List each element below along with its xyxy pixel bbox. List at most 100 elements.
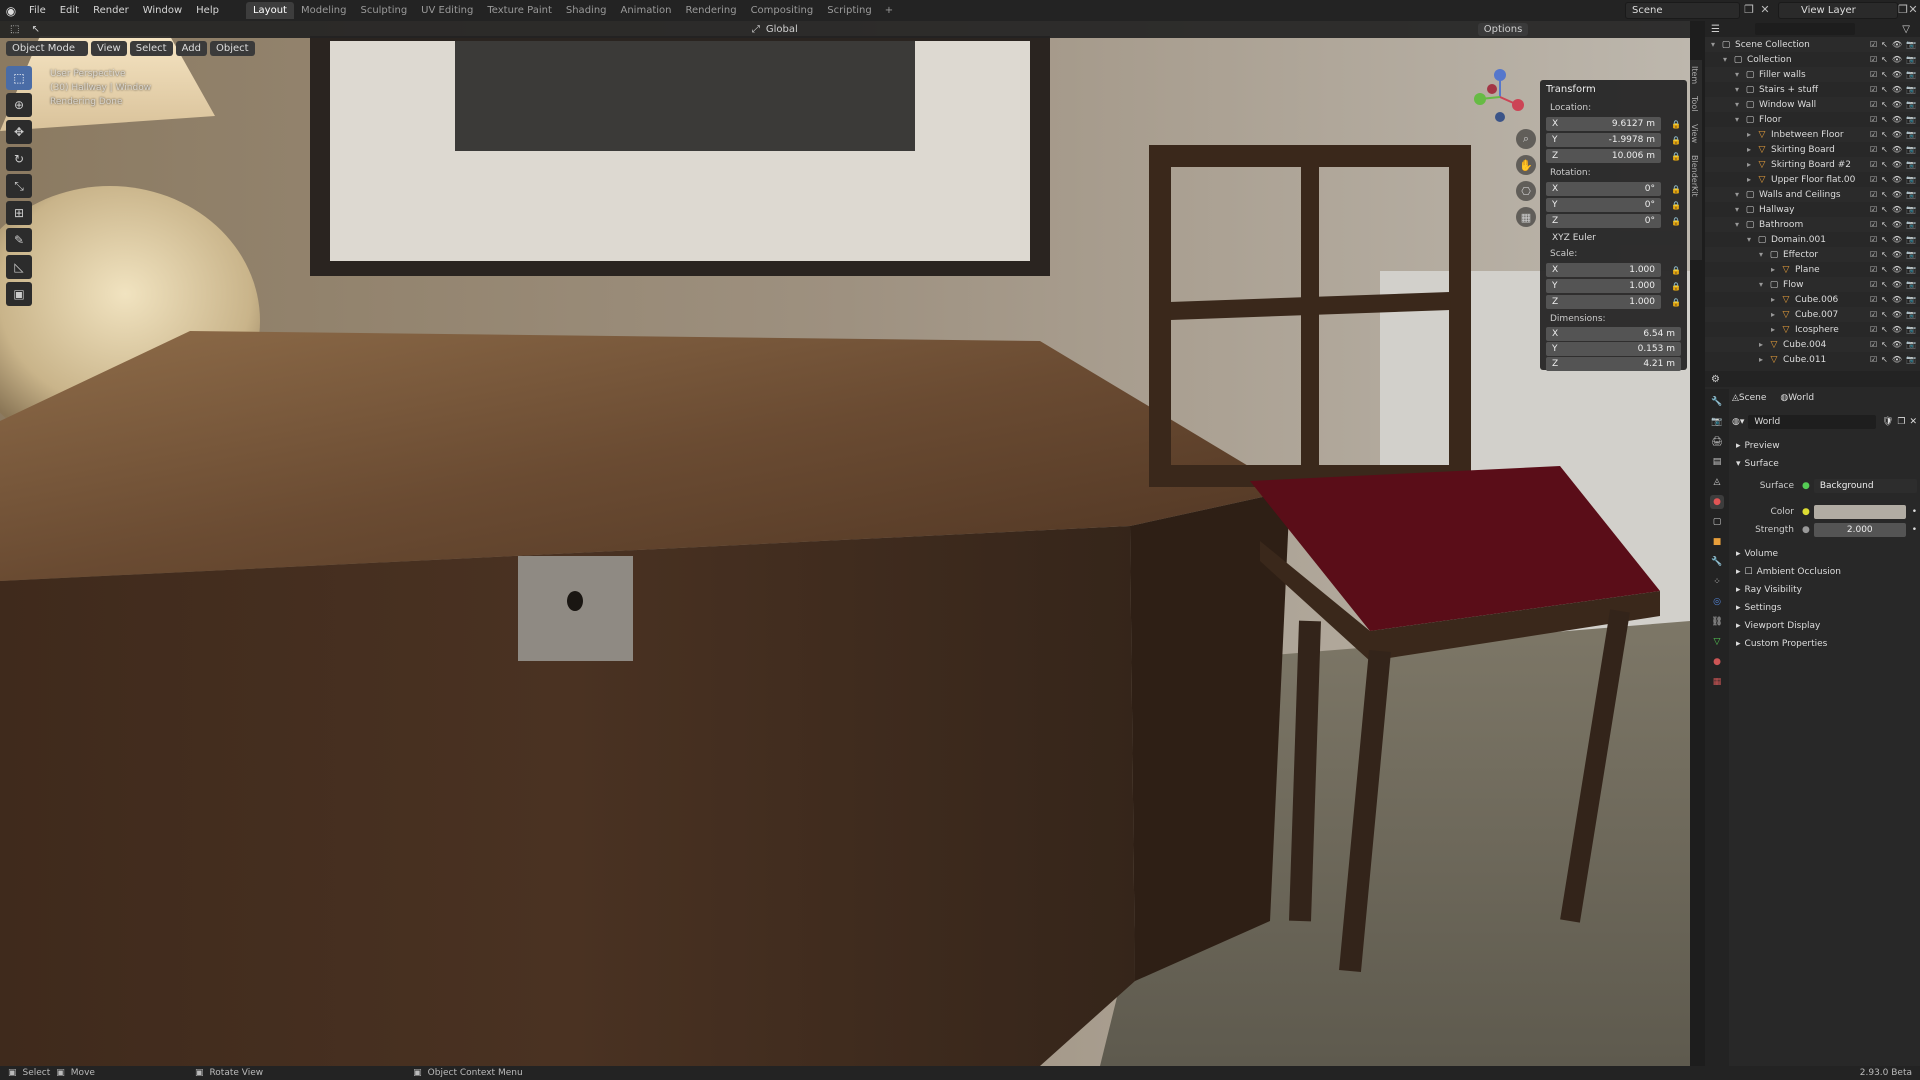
- blender-logo-icon[interactable]: ◉: [0, 0, 22, 21]
- eye-icon[interactable]: 👁: [1892, 130, 1902, 139]
- camera-icon[interactable]: 📷: [1906, 70, 1916, 79]
- outliner-row[interactable]: ▸ ▽ Skirting Board ☑ ↖ 👁 📷: [1705, 142, 1920, 157]
- outliner-row[interactable]: ▾ ▢ Hallway ☑ ↖ 👁 📷: [1705, 202, 1920, 217]
- expand-arrow-icon[interactable]: ▸: [1759, 340, 1769, 349]
- texture-tab-icon[interactable]: ▦: [1710, 675, 1724, 689]
- expand-arrow-icon[interactable]: ▾: [1723, 55, 1733, 64]
- location-z-field[interactable]: Z 10.006 m: [1546, 149, 1661, 163]
- rotation-y-field[interactable]: Y 0°: [1546, 198, 1661, 212]
- expand-arrow-icon[interactable]: ▾: [1735, 100, 1745, 109]
- expand-arrow-icon[interactable]: ▸: [1747, 175, 1757, 184]
- checkbox-icon[interactable]: ☑: [1870, 250, 1877, 259]
- menu-file[interactable]: File: [22, 5, 53, 16]
- expand-arrow-icon[interactable]: ▸: [1771, 265, 1781, 274]
- select-arrow-icon[interactable]: ↖: [1881, 145, 1888, 154]
- section-surface[interactable]: ▾ Surface: [1732, 455, 1917, 473]
- expand-arrow-icon[interactable]: ▾: [1759, 280, 1769, 289]
- select-arrow-icon[interactable]: ↖: [1881, 250, 1888, 259]
- outliner-row[interactable]: ▸ ▽ Icosphere ☑ ↖ 👁 📷: [1705, 322, 1920, 337]
- eye-icon[interactable]: 👁: [1892, 70, 1902, 79]
- tab-animation[interactable]: Animation: [614, 2, 679, 19]
- tab-scripting[interactable]: Scripting: [820, 2, 878, 19]
- properties-editor-icon[interactable]: ⚙: [1711, 374, 1720, 385]
- select-arrow-icon[interactable]: ↖: [1881, 310, 1888, 319]
- camera-icon[interactable]: 📷: [1906, 265, 1916, 274]
- particles-tab-icon[interactable]: ⁘: [1710, 575, 1724, 589]
- tab-uv-editing[interactable]: UV Editing: [414, 2, 480, 19]
- tab-sculpting[interactable]: Sculpting: [353, 2, 414, 19]
- tool-settings-icon[interactable]: ↖: [31, 24, 39, 35]
- checkbox-icon[interactable]: ☑: [1870, 205, 1877, 214]
- expand-arrow-icon[interactable]: ▸: [1747, 160, 1757, 169]
- camera-icon[interactable]: 📷: [1906, 340, 1916, 349]
- camera-icon[interactable]: 📷: [1906, 160, 1916, 169]
- checkbox-icon[interactable]: ☑: [1870, 355, 1877, 364]
- tab-modeling[interactable]: Modeling: [294, 2, 354, 19]
- select-arrow-icon[interactable]: ↖: [1881, 325, 1888, 334]
- add-cube-tool[interactable]: ▣: [6, 282, 32, 306]
- eye-icon[interactable]: 👁: [1892, 220, 1902, 229]
- outliner-row[interactable]: ▾ ▢ Bathroom ☑ ↖ 👁 📷: [1705, 217, 1920, 232]
- navigation-gizmo[interactable]: [1470, 67, 1530, 127]
- eye-icon[interactable]: 👁: [1892, 295, 1902, 304]
- outliner-row[interactable]: ▸ ▽ Cube.011 ☑ ↖ 👁 📷: [1705, 352, 1920, 367]
- tab-shading[interactable]: Shading: [559, 2, 614, 19]
- menu-edit[interactable]: Edit: [53, 5, 86, 16]
- view-menu[interactable]: View: [91, 41, 127, 56]
- select-arrow-icon[interactable]: ↖: [1881, 115, 1888, 124]
- collection-tab-icon[interactable]: ▢: [1710, 515, 1724, 529]
- move-tool[interactable]: ✥: [6, 120, 32, 144]
- expand-arrow-icon[interactable]: ▸: [1747, 130, 1757, 139]
- select-arrow-icon[interactable]: ↖: [1881, 190, 1888, 199]
- ao-checkbox[interactable]: ☐: [1745, 567, 1753, 577]
- expand-arrow-icon[interactable]: ▸: [1771, 310, 1781, 319]
- rotation-mode-dropdown[interactable]: XYZ Euler: [1546, 231, 1681, 245]
- camera-icon[interactable]: 📷: [1906, 100, 1916, 109]
- select-arrow-icon[interactable]: ↖: [1881, 70, 1888, 79]
- eye-icon[interactable]: 👁: [1892, 235, 1902, 244]
- options-button[interactable]: Options: [1477, 23, 1529, 36]
- eye-icon[interactable]: 👁: [1892, 340, 1902, 349]
- scene-tab-icon[interactable]: ◬: [1710, 475, 1724, 489]
- camera-icon[interactable]: 📷: [1906, 280, 1916, 289]
- tab-tool[interactable]: Tool: [1690, 90, 1699, 118]
- tab-compositing[interactable]: Compositing: [744, 2, 821, 19]
- eye-icon[interactable]: 👁: [1892, 55, 1902, 64]
- checkbox-icon[interactable]: ☑: [1870, 340, 1877, 349]
- checkbox-icon[interactable]: ☑: [1870, 280, 1877, 289]
- zoom-icon[interactable]: ⌕: [1516, 129, 1536, 149]
- lock-icon[interactable]: 🔒: [1671, 152, 1681, 161]
- select-arrow-icon[interactable]: ↖: [1881, 340, 1888, 349]
- outliner-row[interactable]: ▸ ▽ Plane ☑ ↖ 👁 📷: [1705, 262, 1920, 277]
- expand-arrow-icon[interactable]: ▸: [1771, 295, 1781, 304]
- filter-icon[interactable]: ▽: [1902, 24, 1910, 35]
- outliner-row[interactable]: ▸ ▽ Inbetween Floor ☑ ↖ 👁 📷: [1705, 127, 1920, 142]
- add-menu[interactable]: Add: [175, 41, 207, 56]
- location-y-field[interactable]: Y -1.9978 m: [1546, 133, 1661, 147]
- modifier-tab-icon[interactable]: 🔧: [1710, 555, 1724, 569]
- render-tab-icon[interactable]: 📷: [1710, 415, 1724, 429]
- object-menu[interactable]: Object: [209, 41, 255, 56]
- lock-icon[interactable]: 🔒: [1671, 120, 1681, 129]
- expand-arrow-icon[interactable]: ▾: [1735, 190, 1745, 199]
- tool-tab-icon[interactable]: 🔧: [1710, 395, 1724, 409]
- eye-icon[interactable]: 👁: [1892, 310, 1902, 319]
- camera-icon[interactable]: 📷: [1906, 250, 1916, 259]
- outliner-row[interactable]: ▾ ▢ Scene Collection ☑ ↖ 👁 📷: [1705, 37, 1920, 52]
- select-arrow-icon[interactable]: ↖: [1881, 355, 1888, 364]
- checkbox-icon[interactable]: ☑: [1870, 130, 1877, 139]
- constraints-tab-icon[interactable]: ⛓: [1710, 615, 1724, 629]
- checkbox-icon[interactable]: ☑: [1870, 145, 1877, 154]
- copy-icon[interactable]: ❐: [1742, 3, 1756, 17]
- select-arrow-icon[interactable]: ↖: [1881, 85, 1888, 94]
- scale-x-field[interactable]: X 1.000: [1546, 263, 1661, 277]
- lock-icon[interactable]: 🔒: [1671, 185, 1681, 194]
- scale-z-field[interactable]: Z 1.000: [1546, 295, 1661, 309]
- outliner-row[interactable]: ▸ ▽ Cube.004 ☑ ↖ 👁 📷: [1705, 337, 1920, 352]
- menu-render[interactable]: Render: [86, 5, 136, 16]
- keyframe-icon[interactable]: •: [1912, 525, 1917, 535]
- lock-icon[interactable]: 🔒: [1671, 201, 1681, 210]
- rotation-x-field[interactable]: X 0°: [1546, 182, 1661, 196]
- checkbox-icon[interactable]: ☑: [1870, 175, 1877, 184]
- select-arrow-icon[interactable]: ↖: [1881, 235, 1888, 244]
